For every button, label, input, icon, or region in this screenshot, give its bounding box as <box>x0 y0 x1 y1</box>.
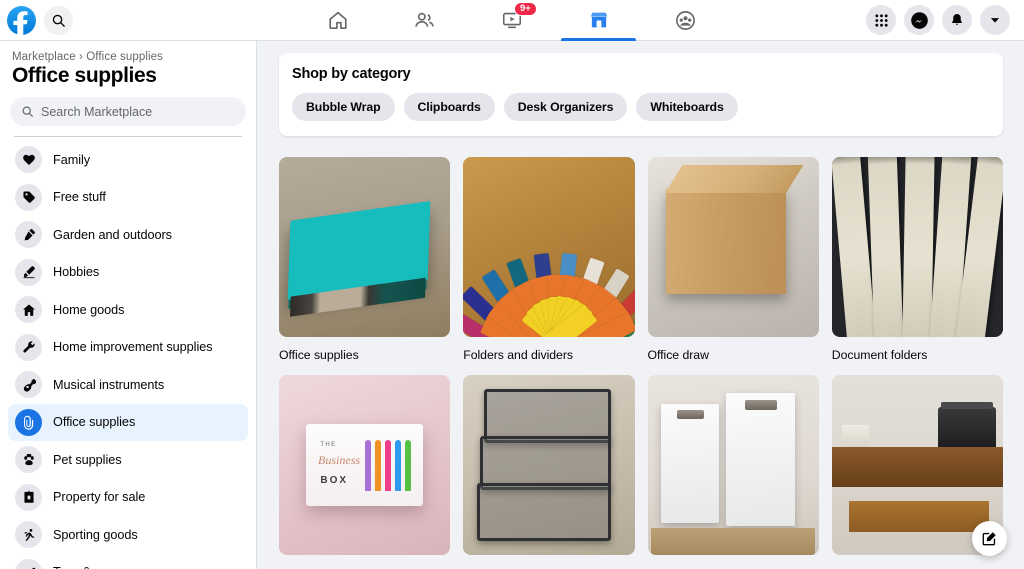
paintbrush-icon <box>15 258 42 286</box>
page-title: Office supplies <box>12 64 157 87</box>
compose-edit-icon[interactable] <box>972 521 1007 556</box>
category-pill-bubble-wrap[interactable]: Bubble Wrap <box>292 93 395 121</box>
sidebar-item-family[interactable]: Family <box>8 141 248 179</box>
topbar-nav-tabs: 9+ <box>294 0 729 41</box>
category-pill-whiteboards[interactable]: Whiteboards <box>636 93 738 121</box>
sidebar-item-toys-and-games[interactable]: Toys & games <box>8 554 248 569</box>
listing-photo-document-folders <box>831 157 1003 337</box>
trowel-icon <box>15 221 42 249</box>
grid-menu-icon[interactable] <box>866 5 896 35</box>
listing-photo-business-box: THE Business BOX <box>279 375 451 555</box>
sidebar-item-label: Home improvement supplies <box>53 340 213 355</box>
nav-tab-groups[interactable] <box>642 0 729 41</box>
shop-by-category-title: Shop by category <box>292 66 411 82</box>
shop-by-category-card: Shop by category Bubble Wrap Clipboards … <box>279 53 1003 136</box>
runner-icon <box>15 521 42 549</box>
category-pill-desk-organizers[interactable]: Desk Organizers <box>503 93 628 121</box>
sidebar-item-pet-supplies[interactable]: Pet supplies <box>8 441 248 479</box>
sidebar-item-home-improvement-supplies[interactable]: Home improvement supplies <box>8 329 248 367</box>
sidebar-item-label: Family <box>53 152 91 167</box>
listing-thumbnail[interactable] <box>279 157 451 337</box>
page-body: Marketplace › Office supplies Office sup… <box>0 41 1024 569</box>
house-icon <box>15 296 42 324</box>
listing-thumbnail[interactable] <box>831 157 1003 337</box>
sidebar-item-label: Sporting goods <box>53 527 138 542</box>
sidebar-item-musical-instruments[interactable]: Musical instruments <box>8 366 248 404</box>
topbar-right-group <box>729 5 1024 35</box>
toy-icon <box>15 558 42 569</box>
category-pill-clipboards[interactable]: Clipboards <box>403 93 495 121</box>
sidebar-item-label: Pet supplies <box>53 452 122 467</box>
listing-label: Document folders <box>831 348 928 362</box>
topbar-left-group <box>0 5 294 35</box>
listing-card[interactable]: Office draw <box>647 157 819 362</box>
topbar-search-button[interactable] <box>44 5 73 35</box>
top-navigation-bar: 9+ <box>0 0 1024 41</box>
listing-photo-teal-box <box>279 157 451 337</box>
breadcrumb[interactable]: Marketplace › Office supplies <box>8 41 248 63</box>
sidebar-item-hobbies[interactable]: Hobbies <box>8 254 248 292</box>
nav-tab-video[interactable]: 9+ <box>468 0 555 41</box>
search-input[interactable]: Search Marketplace <box>10 97 246 126</box>
nav-tab-friends[interactable] <box>381 0 468 41</box>
marketplace-main-content: Shop by category Bubble Wrap Clipboards … <box>257 41 1024 569</box>
messenger-icon[interactable] <box>904 5 934 35</box>
listing-card[interactable]: THE Business BOX <box>279 375 451 566</box>
listing-thumbnail[interactable] <box>463 157 635 337</box>
paw-icon <box>15 446 42 474</box>
listing-card[interactable]: Office supplies <box>279 157 451 362</box>
sidebar-item-label: Hobbies <box>53 265 100 280</box>
listing-card[interactable] <box>463 375 635 566</box>
building-icon <box>15 483 42 511</box>
nav-tab-marketplace[interactable] <box>555 0 642 41</box>
sidebar-item-label: Free stuff <box>53 190 106 205</box>
guitar-icon <box>15 371 42 399</box>
sidebar-item-property-for-sale[interactable]: Property for sale <box>8 479 248 517</box>
listing-thumbnail[interactable] <box>647 375 819 555</box>
listing-thumbnail[interactable] <box>647 157 819 337</box>
wrench-icon <box>15 333 42 361</box>
sidebar-item-label: Garden and outdoors <box>53 227 172 242</box>
sidebar-item-label: Home goods <box>53 302 125 317</box>
sidebar-item-label: Property for sale <box>53 490 146 505</box>
listing-label: Folders and dividers <box>463 348 573 362</box>
listing-card[interactable] <box>647 375 819 566</box>
sidebar-item-garden-and-outdoors[interactable]: Garden and outdoors <box>8 216 248 254</box>
sidebar-item-label: Office supplies <box>53 415 136 430</box>
chevron-down-icon[interactable] <box>980 5 1010 35</box>
sidebar-category-list: Family Free stuff Garden and outdoors Ho… <box>8 141 248 569</box>
sidebar-item-office-supplies[interactable]: Office supplies <box>8 403 248 441</box>
sidebar-item-home-goods[interactable]: Home goods <box>8 291 248 329</box>
search-icon <box>22 106 33 117</box>
sidebar-item-sporting-goods[interactable]: Sporting goods <box>8 516 248 554</box>
listing-card[interactable]: Document folders <box>831 157 1003 362</box>
sidebar-item-label: Musical instruments <box>53 377 165 392</box>
sidebar-divider <box>14 136 242 137</box>
listing-thumbnail[interactable]: THE Business BOX <box>279 375 451 555</box>
listing-photo-clipboards <box>647 375 819 555</box>
marketplace-sidebar: Marketplace › Office supplies Office sup… <box>0 41 257 569</box>
heart-icon <box>15 146 42 174</box>
listing-card[interactable]: Folders and dividers <box>463 157 635 362</box>
marketplace-page: 9+ Marketplace › Office supplies Office … <box>0 0 1024 569</box>
search-placeholder: Search Marketplace <box>41 104 153 119</box>
listing-photo-folders-fan <box>463 157 635 337</box>
tag-icon <box>15 183 42 211</box>
listing-label: Office draw <box>647 348 709 362</box>
sidebar-item-free-stuff[interactable]: Free stuff <box>8 179 248 217</box>
facebook-logo-icon[interactable] <box>7 5 36 35</box>
category-pill-row: Bubble Wrap Clipboards Desk Organizers W… <box>292 93 990 121</box>
listing-thumbnail[interactable] <box>463 375 635 555</box>
listing-label: Office supplies <box>279 348 359 362</box>
listing-grid: Office supplies Folders and dividers Off… <box>279 157 1003 566</box>
paperclip-icon <box>15 408 42 436</box>
bell-icon[interactable] <box>942 5 972 35</box>
listing-photo-mesh-tray <box>463 375 635 555</box>
listing-photo-wood-cabinet <box>647 157 819 337</box>
nav-tab-home[interactable] <box>294 0 381 41</box>
video-notification-badge: 9+ <box>513 1 537 17</box>
sidebar-item-label: Toys & games <box>53 565 132 569</box>
